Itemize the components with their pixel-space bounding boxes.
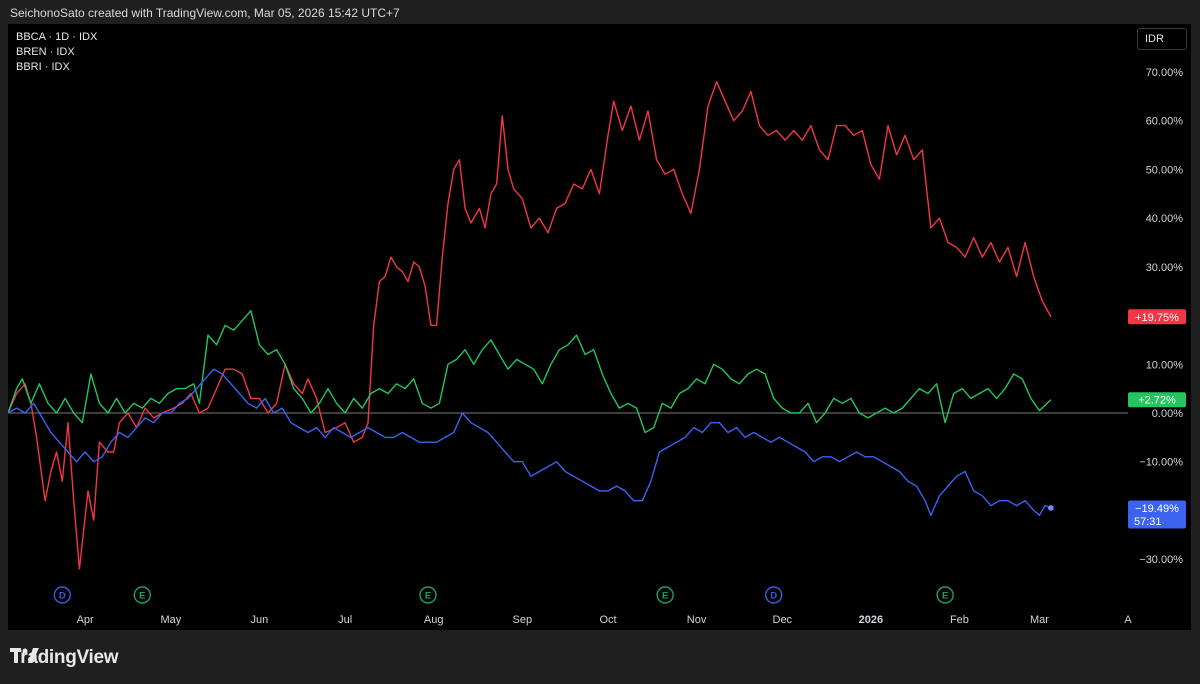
chart-svg: 70.00% 60.00% 50.00% 40.00% 30.00% 10.00% 0.00… bbox=[8, 67, 1186, 626]
y-tick-label: 60.00% bbox=[1146, 116, 1184, 128]
earnings-event-icon[interactable]: E bbox=[133, 586, 151, 604]
chart-frame: 70.00% 60.00% 50.00% 40.00% 30.00% 10.00% 0.00… bbox=[8, 24, 1191, 630]
x-tick-label: Feb bbox=[950, 614, 969, 626]
last-value-label: +19.75% bbox=[1135, 312, 1179, 324]
x-tick-label: Oct bbox=[599, 614, 616, 626]
svg-text:E: E bbox=[425, 591, 431, 602]
earnings-event-icon[interactable]: E bbox=[419, 586, 437, 604]
x-tick-label: Aug bbox=[424, 614, 444, 626]
legend: BBCA · 1D · IDX BREN · IDX BBRI · IDX bbox=[16, 30, 97, 75]
x-tick-label: Jun bbox=[251, 614, 269, 626]
tradingview-logo[interactable]: TradingView bbox=[10, 647, 119, 669]
last-value-badge-bbca: −19.49%57:31 bbox=[1128, 500, 1186, 529]
x-tick-label: Apr bbox=[77, 614, 94, 626]
svg-text:E: E bbox=[942, 591, 948, 602]
y-tick-label: −30.00% bbox=[1139, 554, 1183, 566]
y-tick-label: 0.00% bbox=[1152, 408, 1183, 420]
x-tick-label: Nov bbox=[687, 614, 707, 626]
last-value-badge-bbri: +2.72% bbox=[1128, 392, 1186, 408]
svg-text:E: E bbox=[662, 591, 668, 602]
series-line-bbca bbox=[8, 368, 1052, 516]
bbca-last-point bbox=[1048, 505, 1054, 511]
earnings-event-icon[interactable]: E bbox=[936, 586, 954, 604]
y-tick-label: −10.00% bbox=[1139, 457, 1183, 469]
svg-text:D: D bbox=[59, 591, 66, 602]
x-tick-label: Jul bbox=[338, 614, 352, 626]
x-tick-label: Mar bbox=[1030, 614, 1049, 626]
legend-bbri[interactable]: BBRI · IDX bbox=[16, 60, 97, 75]
dividend-event-icon[interactable]: D bbox=[765, 586, 783, 604]
legend-bbca[interactable]: BBCA · 1D · IDX bbox=[16, 30, 97, 45]
countdown-timer: 57:31 bbox=[1134, 516, 1162, 528]
x-tick-label: Sep bbox=[512, 614, 532, 626]
y-tick-label: 50.00% bbox=[1146, 164, 1184, 176]
y-tick-label: 10.00% bbox=[1146, 359, 1184, 371]
svg-text:E: E bbox=[139, 591, 145, 602]
legend-bren[interactable]: BREN · IDX bbox=[16, 45, 97, 60]
currency-button[interactable]: IDR bbox=[1137, 28, 1187, 50]
x-tick-label: Dec bbox=[773, 614, 793, 626]
series-line-bbri bbox=[8, 310, 1052, 434]
x-tick-label: A bbox=[1124, 614, 1132, 626]
header-credit: SeichonoSato created with TradingView.co… bbox=[10, 6, 400, 20]
last-value-label: −19.49% bbox=[1135, 503, 1179, 515]
y-tick-label: 40.00% bbox=[1146, 213, 1184, 225]
y-tick-label: 30.00% bbox=[1146, 262, 1184, 274]
last-value-label: +2.72% bbox=[1138, 395, 1176, 407]
y-tick-label: 70.00% bbox=[1146, 67, 1184, 79]
svg-text:D: D bbox=[770, 591, 777, 602]
series-line-bren bbox=[8, 81, 1052, 570]
x-tick-label: May bbox=[160, 614, 181, 626]
tradingview-logo-icon bbox=[10, 648, 39, 663]
x-tick-label: 2026 bbox=[859, 614, 883, 626]
earnings-event-icon[interactable]: E bbox=[656, 586, 674, 604]
last-value-badge-bren: +19.75% bbox=[1128, 309, 1186, 325]
dividend-event-icon[interactable]: D bbox=[53, 586, 71, 604]
